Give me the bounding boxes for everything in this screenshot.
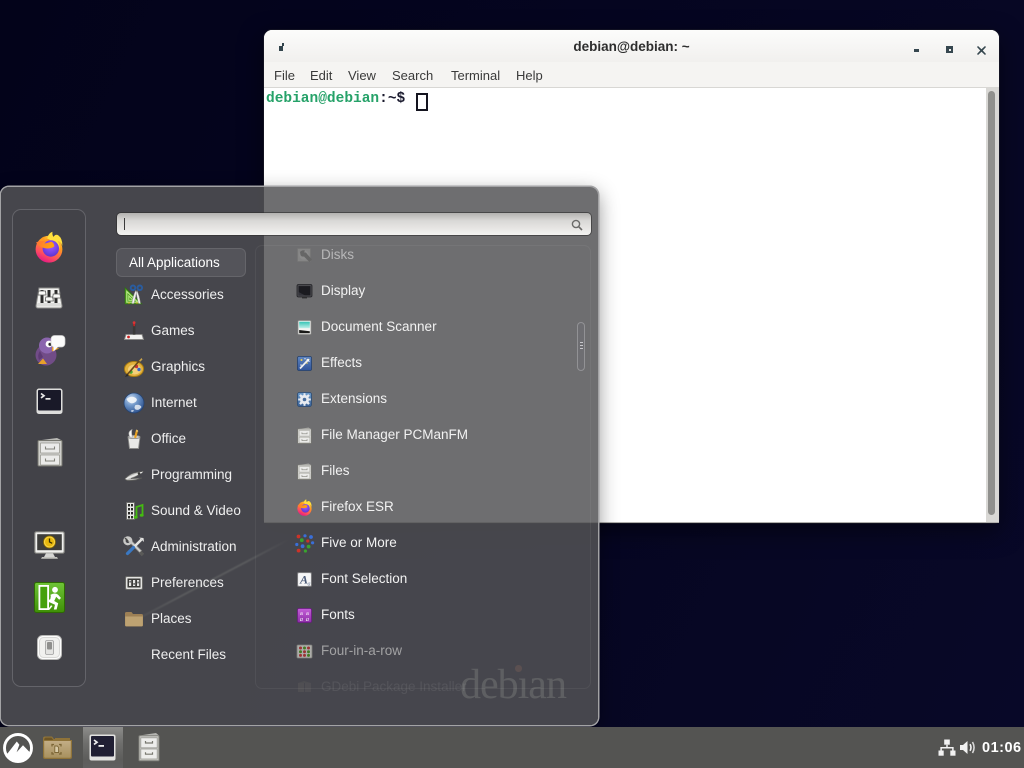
svg-text:a: a — [308, 582, 311, 588]
svg-text:a: a — [306, 616, 309, 623]
svg-text:a: a — [300, 616, 303, 623]
